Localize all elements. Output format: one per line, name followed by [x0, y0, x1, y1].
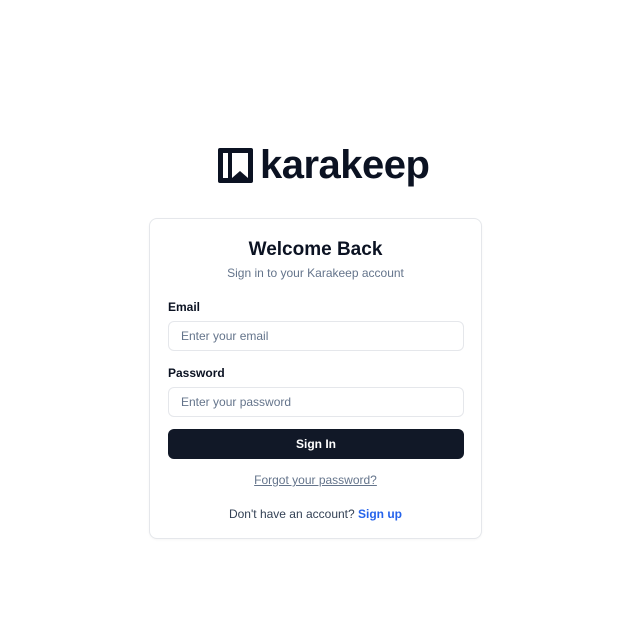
password-input[interactable]: [168, 387, 464, 417]
login-page: karakeep Welcome Back Sign in to your Ka…: [0, 0, 640, 640]
login-card: Welcome Back Sign in to your Karakeep ac…: [149, 218, 482, 539]
karakeep-logo-icon: [218, 147, 253, 183]
email-input[interactable]: [168, 321, 464, 351]
sign-up-link[interactable]: Sign up: [358, 507, 402, 521]
forgot-password-link[interactable]: Forgot your password?: [254, 473, 377, 487]
forgot-password-row: Forgot your password?: [150, 473, 481, 487]
signup-row: Don't have an account? Sign up: [150, 507, 481, 521]
no-account-prompt: Don't have an account?: [228, 507, 359, 521]
password-label: Password: [168, 366, 225, 380]
card-subtitle: Sign in to your Karakeep account: [227, 266, 404, 280]
email-label: Email: [168, 300, 201, 314]
sign-in-button[interactable]: Sign In: [168, 429, 464, 459]
brand-logo: karakeep: [218, 143, 430, 187]
brand-name: karakeep: [260, 143, 430, 187]
card-title: Welcome Back: [248, 239, 383, 260]
